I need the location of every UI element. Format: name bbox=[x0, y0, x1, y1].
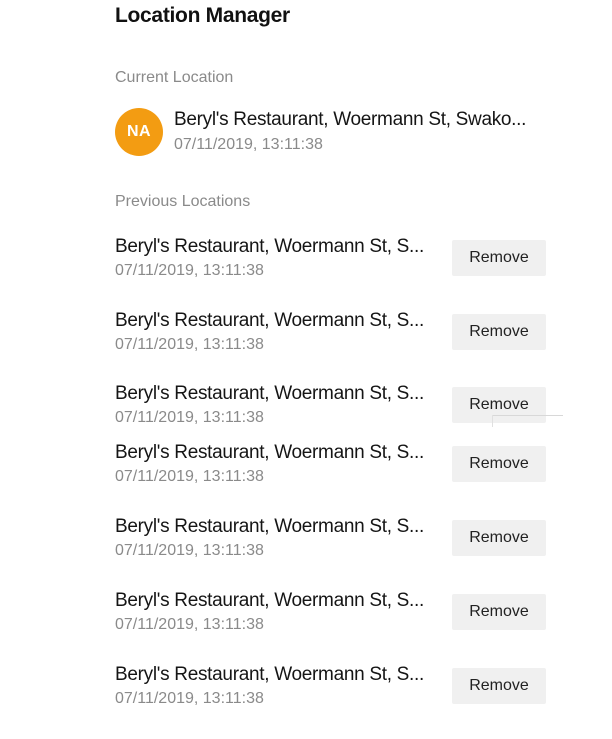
list-item: Beryl's Restaurant, Woermann St, S... 07… bbox=[115, 383, 555, 431]
current-location-label: Current Location bbox=[115, 69, 234, 86]
location-name: Beryl's Restaurant, Woermann St, S... bbox=[115, 310, 424, 331]
location-name: Beryl's Restaurant, Woermann St, S... bbox=[115, 442, 424, 463]
remove-button[interactable]: Remove bbox=[452, 387, 546, 423]
location-time: 07/11/2019, 13:11:38 bbox=[115, 542, 264, 559]
remove-button[interactable]: Remove bbox=[452, 594, 546, 630]
list-item: Beryl's Restaurant, Woermann St, S... 07… bbox=[115, 516, 555, 564]
location-time: 07/11/2019, 13:11:38 bbox=[115, 468, 264, 485]
divider bbox=[492, 415, 493, 427]
location-name: Beryl's Restaurant, Woermann St, S... bbox=[115, 590, 424, 611]
list-item: Beryl's Restaurant, Woermann St, S... 07… bbox=[115, 590, 555, 638]
list-item: Beryl's Restaurant, Woermann St, S... 07… bbox=[115, 442, 555, 490]
location-time: 07/11/2019, 13:11:38 bbox=[115, 616, 264, 633]
list-item: Beryl's Restaurant, Woermann St, S... 07… bbox=[115, 236, 555, 284]
divider bbox=[493, 415, 563, 416]
current-location-time: 07/11/2019, 13:11:38 bbox=[174, 136, 323, 153]
current-location-name: Beryl's Restaurant, Woermann St, Swako..… bbox=[174, 109, 527, 130]
page-title: Location Manager bbox=[115, 4, 290, 27]
location-time: 07/11/2019, 13:11:38 bbox=[115, 409, 264, 426]
location-time: 07/11/2019, 13:11:38 bbox=[115, 262, 264, 279]
previous-locations-label: Previous Locations bbox=[115, 193, 251, 210]
location-name: Beryl's Restaurant, Woermann St, S... bbox=[115, 383, 424, 404]
list-item: Beryl's Restaurant, Woermann St, S... 07… bbox=[115, 664, 555, 712]
avatar: NA bbox=[115, 108, 163, 156]
remove-button[interactable]: Remove bbox=[452, 520, 546, 556]
location-time: 07/11/2019, 13:11:38 bbox=[115, 336, 264, 353]
location-name: Beryl's Restaurant, Woermann St, S... bbox=[115, 664, 424, 685]
location-name: Beryl's Restaurant, Woermann St, S... bbox=[115, 236, 424, 257]
location-name: Beryl's Restaurant, Woermann St, S... bbox=[115, 516, 424, 537]
remove-button[interactable]: Remove bbox=[452, 240, 546, 276]
location-time: 07/11/2019, 13:11:38 bbox=[115, 690, 264, 707]
remove-button[interactable]: Remove bbox=[452, 446, 546, 482]
current-location: NA Beryl's Restaurant, Woermann St, Swak… bbox=[115, 106, 555, 158]
remove-button[interactable]: Remove bbox=[452, 314, 546, 350]
remove-button[interactable]: Remove bbox=[452, 668, 546, 704]
list-item: Beryl's Restaurant, Woermann St, S... 07… bbox=[115, 310, 555, 358]
